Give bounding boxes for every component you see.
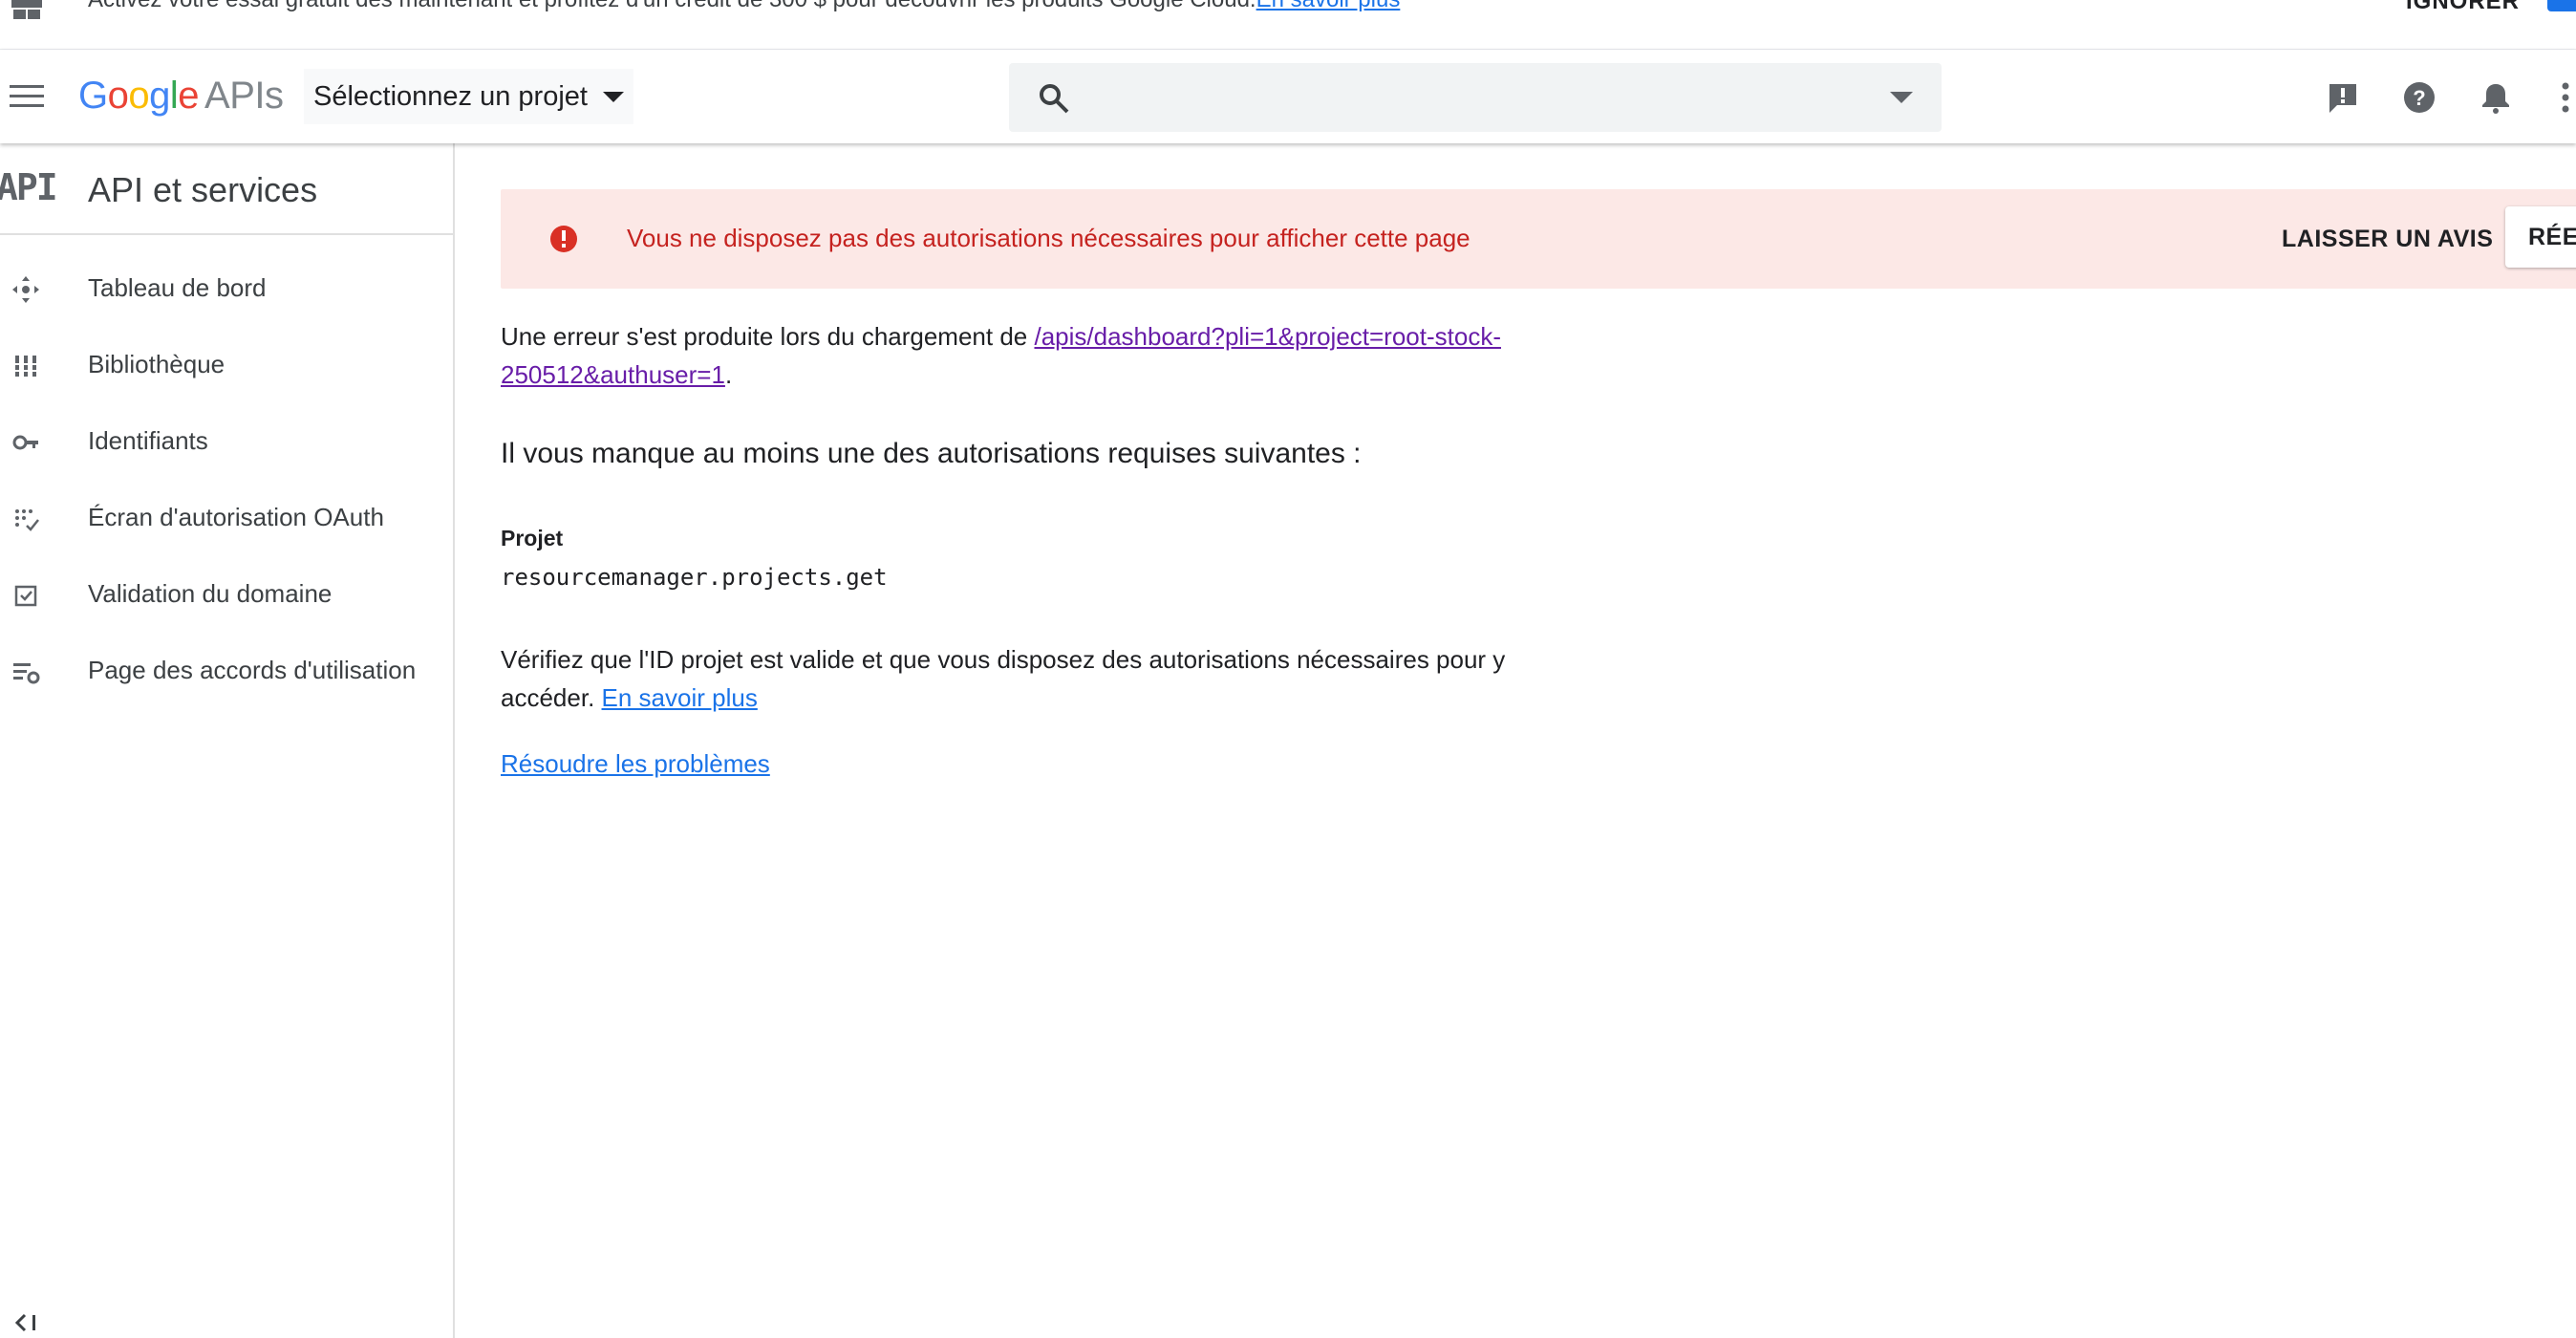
sidebar-title: API et services bbox=[88, 170, 318, 209]
sidebar-item-label: Tableau de bord bbox=[88, 273, 267, 302]
menu-icon[interactable] bbox=[10, 81, 44, 110]
ignore-button[interactable]: IGNORER bbox=[2406, 0, 2520, 15]
more-vert-icon[interactable] bbox=[2555, 80, 2576, 115]
sidebar-header: API API et services bbox=[0, 143, 453, 235]
api-logo: API bbox=[0, 166, 58, 208]
feedback-button[interactable]: LAISSER UN AVIS bbox=[2270, 212, 2504, 266]
svg-text:?: ? bbox=[2413, 86, 2425, 110]
search-bar[interactable] bbox=[1009, 63, 1942, 132]
dashboard-icon bbox=[12, 276, 39, 303]
missing-permissions-heading: Il vous manque au moins une des autorisa… bbox=[501, 438, 1362, 469]
feedback-icon[interactable] bbox=[2326, 80, 2360, 115]
sidebar-item-library[interactable]: Bibliothèque bbox=[0, 327, 453, 403]
search-input[interactable] bbox=[1091, 73, 1856, 122]
permission-label: Projet bbox=[501, 526, 564, 550]
caret-down-icon bbox=[602, 91, 624, 102]
google-apis-logo[interactable]: Google APIs bbox=[78, 75, 284, 119]
sidebar-item-label: Validation du domaine bbox=[88, 579, 333, 608]
notifications-icon[interactable] bbox=[2479, 80, 2513, 115]
sidebar: API API et services Tableau de bord Bibl… bbox=[0, 143, 455, 1338]
oauth-icon bbox=[15, 509, 39, 531]
collapse-sidebar-icon[interactable] bbox=[13, 1311, 38, 1334]
sidebar-item-credentials[interactable]: Identifiants bbox=[0, 403, 453, 480]
main-content: Vous ne disposez pas des autorisations n… bbox=[455, 143, 2576, 1338]
key-icon bbox=[12, 435, 38, 450]
project-selector-label: Sélectionnez un projet bbox=[313, 80, 588, 112]
promo-message: Activez votre essai gratuit dès maintena… bbox=[88, 0, 1400, 13]
sidebar-item-label: Bibliothèque bbox=[88, 350, 225, 378]
load-error-text: Une erreur s'est produite lors du charge… bbox=[501, 322, 1501, 389]
troubleshoot-link[interactable]: Résoudre les problèmes bbox=[501, 749, 770, 779]
activate-button[interactable] bbox=[2547, 0, 2576, 11]
help-icon[interactable]: ? bbox=[2402, 80, 2436, 115]
project-selector-button[interactable]: Sélectionnez un projet bbox=[304, 69, 633, 124]
gift-icon bbox=[11, 0, 42, 19]
sidebar-item-label: Écran d'autorisation OAuth bbox=[88, 503, 384, 531]
sidebar-item-label: Page des accords d'utilisation bbox=[88, 656, 417, 684]
agreements-icon bbox=[13, 663, 40, 684]
error-icon bbox=[550, 226, 577, 252]
sidebar-item-dashboard[interactable]: Tableau de bord bbox=[0, 250, 453, 327]
promo-banner: Activez votre essai gratuit dès maintena… bbox=[0, 0, 2576, 50]
verify-text: Vérifiez que l'ID projet est valide et q… bbox=[501, 645, 1506, 712]
search-icon bbox=[1040, 84, 1069, 114]
promo-learn-more-link[interactable]: En savoir plus bbox=[1256, 0, 1401, 12]
library-icon bbox=[13, 356, 38, 377]
top-header: Google APIs Sélectionnez un projet ? bbox=[0, 50, 2576, 143]
sidebar-item-agreements[interactable]: Page des accords d'utilisation bbox=[0, 633, 453, 709]
search-dropdown-icon[interactable] bbox=[1890, 92, 1913, 103]
error-banner: Vous ne disposez pas des autorisations n… bbox=[501, 189, 2576, 289]
error-message: Vous ne disposez pas des autorisations n… bbox=[627, 224, 1470, 252]
verify-learn-more-link[interactable]: En savoir plus bbox=[602, 683, 758, 712]
sidebar-item-oauth[interactable]: Écran d'autorisation OAuth bbox=[0, 480, 453, 556]
permission-value: resourcemanager.projects.get bbox=[501, 564, 888, 591]
retry-button[interactable]: RÉESSAYER bbox=[2505, 206, 2576, 268]
domain-check-icon bbox=[14, 585, 37, 607]
sidebar-item-label: Identifiants bbox=[88, 426, 208, 455]
sidebar-item-domain-verification[interactable]: Validation du domaine bbox=[0, 556, 453, 633]
